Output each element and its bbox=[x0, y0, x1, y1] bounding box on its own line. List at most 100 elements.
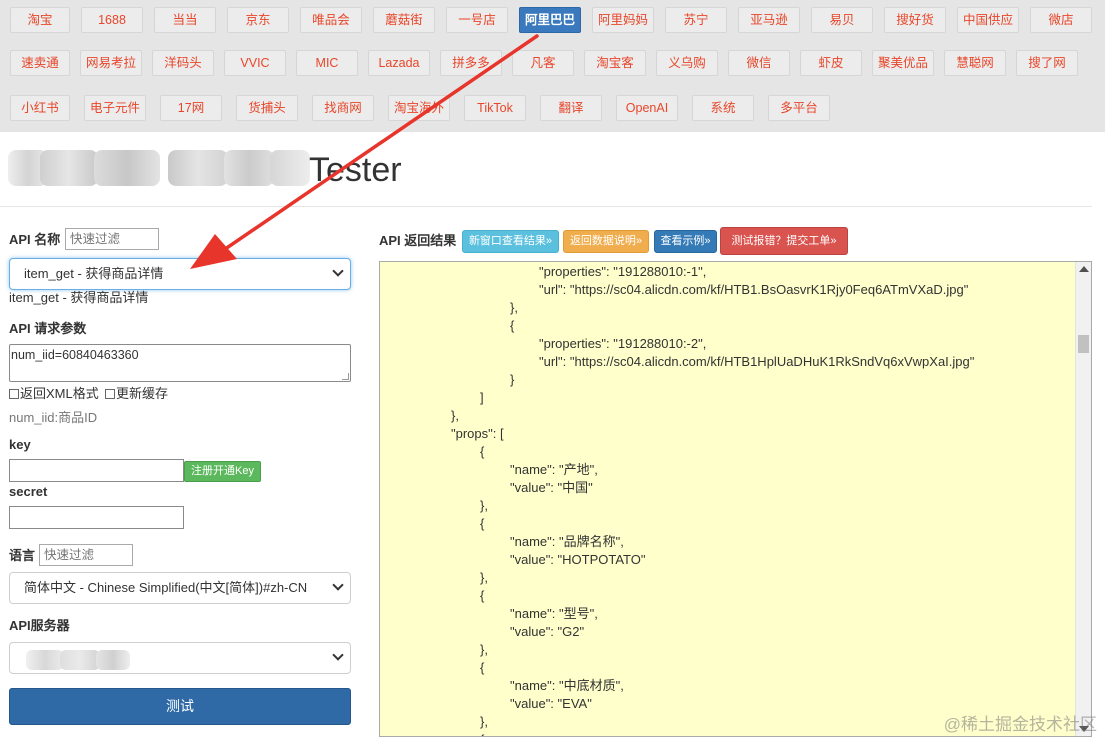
platform-button[interactable]: 阿里巴巴 bbox=[519, 7, 581, 33]
platform-button[interactable]: 搜了网 bbox=[1016, 50, 1078, 76]
language-select[interactable]: 简体中文 - Chinese Simplified(中文[简体])#zh-CN bbox=[9, 572, 351, 604]
blurred-brand-title bbox=[8, 150, 310, 186]
platform-button[interactable]: 搜好货 bbox=[884, 7, 946, 33]
platform-button[interactable]: 聚美优品 bbox=[872, 50, 934, 76]
platform-button[interactable]: 中国供应 bbox=[957, 7, 1019, 33]
resize-handle-icon[interactable] bbox=[342, 373, 349, 380]
scroll-thumb[interactable] bbox=[1078, 335, 1089, 353]
test-button[interactable]: 测试 bbox=[9, 688, 351, 725]
open-new-window-button[interactable]: 新窗口查看结果» bbox=[462, 230, 559, 253]
api-result-output[interactable]: "properties": "191288010:-1", "url": "htt… bbox=[379, 261, 1092, 737]
json-line: "value": "中国" bbox=[510, 480, 593, 495]
json-line: "name": "品牌名称", bbox=[510, 534, 624, 549]
api-filter-input[interactable] bbox=[65, 228, 159, 250]
platform-button[interactable]: 当当 bbox=[154, 7, 216, 33]
platform-button[interactable]: 速卖通 bbox=[10, 50, 70, 76]
platform-button[interactable]: 亚马逊 bbox=[738, 7, 800, 33]
json-line: }, bbox=[480, 642, 488, 657]
platform-button[interactable]: 唯品会 bbox=[300, 7, 362, 33]
platform-button[interactable]: VVIC bbox=[224, 50, 286, 76]
json-line: }, bbox=[510, 300, 518, 315]
platform-button[interactable]: 淘宝 bbox=[10, 7, 70, 33]
register-key-button[interactable]: 注册开通Key bbox=[184, 461, 261, 482]
key-input[interactable] bbox=[9, 459, 184, 482]
xml-format-checkbox[interactable] bbox=[9, 389, 19, 399]
language-select-value: 简体中文 - Chinese Simplified(中文[简体])#zh-CN bbox=[24, 580, 308, 595]
platform-button[interactable]: 苏宁 bbox=[665, 7, 727, 33]
view-example-button[interactable]: 查看示例» bbox=[654, 230, 717, 253]
api-params-label: API 请求参数 bbox=[9, 321, 87, 336]
json-line: { bbox=[480, 731, 484, 736]
chevron-down-icon bbox=[332, 649, 344, 661]
platform-nav-bar: 淘宝 1688 当当 京东 唯品会 蘑菇街 一号店 阿里巴巴 阿里妈妈 苏宁 亚马逊 易贝 搜好货 中国供… bbox=[0, 0, 1105, 132]
api-params-value: num_iid=60840463360 bbox=[11, 348, 139, 362]
json-line: { bbox=[480, 660, 485, 675]
secret-label: secret bbox=[9, 484, 48, 499]
api-method-select-value: item_get - 获得商品详情 bbox=[24, 266, 164, 281]
result-scrollbar[interactable] bbox=[1075, 262, 1091, 736]
json-line: { bbox=[480, 516, 485, 531]
platform-button[interactable]: 微信 bbox=[728, 50, 790, 76]
platform-button[interactable]: 17网 bbox=[160, 95, 222, 121]
refresh-cache-checkbox[interactable] bbox=[105, 389, 115, 399]
chevron-down-icon bbox=[332, 579, 344, 591]
platform-button[interactable]: 找商网 bbox=[312, 95, 374, 121]
platform-button[interactable]: 货捕头 bbox=[236, 95, 298, 121]
data-doc-button[interactable]: 返回数据说明» bbox=[563, 230, 649, 253]
key-label: key bbox=[9, 437, 31, 452]
json-line: }, bbox=[480, 714, 488, 729]
language-filter-input[interactable] bbox=[39, 544, 133, 566]
xml-format-label: 返回XML格式 bbox=[20, 386, 99, 401]
platform-button[interactable]: 阿里妈妈 bbox=[592, 7, 654, 33]
json-line: "name": "产地", bbox=[510, 462, 598, 477]
platform-button[interactable]: 小红书 bbox=[10, 95, 70, 121]
json-line: "value": "EVA" bbox=[510, 696, 592, 711]
api-params-textarea[interactable]: num_iid=60840463360 bbox=[9, 344, 351, 382]
platform-button[interactable]: 电子元件 bbox=[84, 95, 146, 121]
platform-button[interactable]: 网易考拉 bbox=[80, 50, 142, 76]
platform-button[interactable]: 微店 bbox=[1030, 7, 1092, 33]
json-line: "properties": "191288010:-1", bbox=[539, 264, 707, 279]
json-line: }, bbox=[451, 408, 459, 423]
api-method-select[interactable]: item_get - 获得商品详情 bbox=[9, 258, 351, 290]
platform-button[interactable]: 翻译 bbox=[540, 95, 602, 121]
json-line: { bbox=[480, 588, 485, 603]
platform-button[interactable]: 淘宝海外 bbox=[388, 95, 450, 121]
platform-button[interactable]: 京东 bbox=[227, 7, 289, 33]
json-line: "name": "型号", bbox=[510, 606, 598, 621]
platform-button[interactable]: 多平台 bbox=[768, 95, 830, 121]
secret-input[interactable] bbox=[9, 506, 184, 529]
platform-button[interactable]: TikTok bbox=[464, 95, 526, 121]
scroll-up-arrow-icon[interactable] bbox=[1079, 266, 1089, 272]
json-line: }, bbox=[480, 498, 488, 513]
json-line: } bbox=[510, 372, 515, 387]
platform-button[interactable]: 义乌购 bbox=[656, 50, 718, 76]
platform-button[interactable]: Lazada bbox=[368, 50, 430, 76]
platform-button[interactable]: 易贝 bbox=[811, 7, 873, 33]
param-hint: num_iid:商品ID bbox=[9, 410, 98, 425]
platform-button[interactable]: 一号店 bbox=[446, 7, 508, 33]
blurred-server-value bbox=[26, 650, 130, 670]
chevron-down-icon bbox=[332, 265, 344, 277]
platform-button[interactable]: 拼多多 bbox=[440, 50, 502, 76]
api-result-label: API 返回结果 bbox=[379, 233, 457, 248]
language-label: 语言 bbox=[9, 548, 36, 563]
platform-button[interactable]: 1688 bbox=[81, 7, 143, 33]
platform-button[interactable]: 蘑菇街 bbox=[373, 7, 435, 33]
platform-button[interactable]: 淘宝客 bbox=[584, 50, 646, 76]
refresh-cache-label: 更新缓存 bbox=[116, 386, 169, 401]
api-description: item_get - 获得商品详情 bbox=[9, 290, 149, 305]
platform-button[interactable]: 虾皮 bbox=[800, 50, 862, 76]
platform-button[interactable]: OpenAI bbox=[616, 95, 678, 121]
json-line: "url": "https://sc04.alicdn.com/kf/HTB1H… bbox=[539, 354, 975, 369]
json-line: "value": "G2" bbox=[510, 624, 585, 639]
platform-button[interactable]: 慧聪网 bbox=[944, 50, 1006, 76]
page-title: Tester bbox=[309, 151, 402, 189]
platform-button[interactable]: 洋码头 bbox=[152, 50, 214, 76]
platform-button[interactable]: MIC bbox=[296, 50, 358, 76]
api-server-label: API服务器 bbox=[9, 618, 70, 633]
title-divider bbox=[0, 206, 1092, 207]
platform-button[interactable]: 凡客 bbox=[512, 50, 574, 76]
report-error-button[interactable]: 测试报错？提交工单» bbox=[720, 227, 848, 255]
platform-button[interactable]: 系统 bbox=[692, 95, 754, 121]
